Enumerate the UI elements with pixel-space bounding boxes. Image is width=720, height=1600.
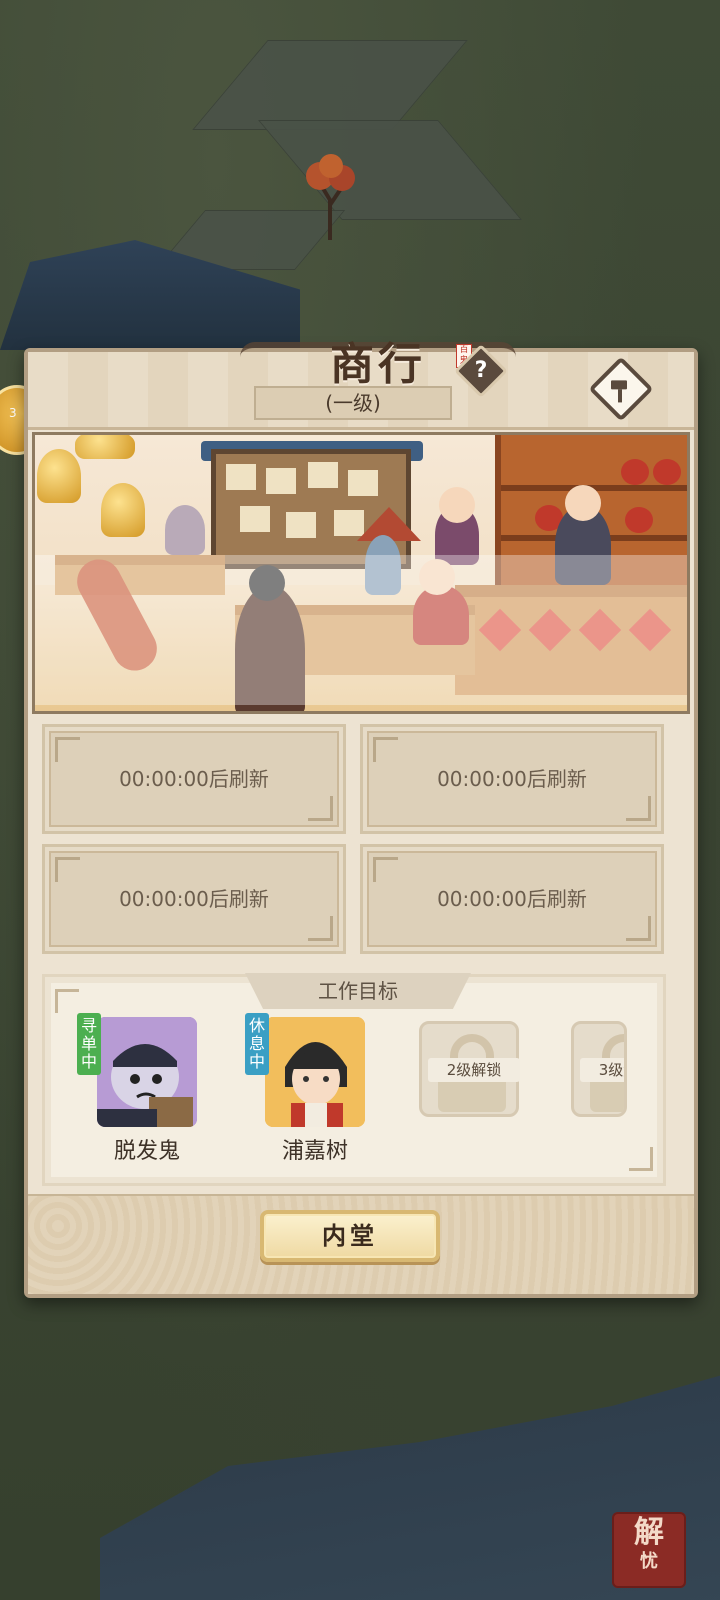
coin-badge-text: 3	[9, 406, 17, 420]
goods-slot[interactable]: 00:00:00后刷新	[42, 724, 346, 834]
shop-scene-illustration	[32, 432, 690, 714]
scene-head	[565, 485, 601, 521]
goods-slot[interactable]: 00:00:00后刷新	[360, 844, 664, 954]
level-label: (一级)	[254, 386, 452, 420]
young-man-avatar-icon	[265, 1017, 365, 1127]
slot-refresh-text: 00:00:00后刷新	[437, 887, 587, 911]
unlock-requirement-label: 2级解锁	[428, 1058, 520, 1082]
work-targets-title: 工作目标	[245, 973, 471, 1009]
stone-path	[192, 40, 468, 130]
slot-refresh-text: 00:00:00后刷新	[437, 767, 587, 791]
worker-name: 浦嘉树	[281, 1139, 348, 1164]
worker-status-badge: 寻单中	[77, 1013, 101, 1075]
panel-header: 商行 百鬼 ? (一级)	[28, 339, 694, 430]
question-icon: ?	[474, 358, 488, 383]
work-targets-section: 工作目标 寻单中 脱发鬼 休息中 浦嘉树 2级解锁 3级	[42, 973, 666, 1186]
scene-fog	[35, 555, 687, 705]
bell-icon	[101, 483, 145, 537]
worker-status-badge: 休息中	[245, 1013, 269, 1075]
seal-text-line2: 忧	[640, 1551, 658, 1572]
upgrade-button[interactable]	[588, 356, 654, 422]
stone-path	[258, 120, 522, 220]
slot-refresh-text: 00:00:00后刷新	[119, 767, 269, 791]
worker-name: 脱发鬼	[113, 1139, 180, 1164]
shop-panel: 商行 百鬼 ? (一级)	[24, 339, 698, 1298]
worker-portrait	[265, 1017, 365, 1127]
locked-worker-slot[interactable]: 3级解锁	[571, 1021, 627, 1117]
scene-head	[439, 487, 475, 523]
resolve-seal-button[interactable]: 解 忧	[612, 1512, 686, 1588]
worker-card[interactable]: 寻单中 脱发鬼	[77, 1013, 207, 1177]
bell-icon	[37, 449, 81, 503]
corner-ornament	[55, 989, 79, 1013]
panel-footer: 内堂	[28, 1194, 694, 1294]
unlock-requirement-label: 3级解锁	[580, 1058, 624, 1082]
corner-ornament	[629, 1147, 653, 1171]
seal-text-line1: 解	[634, 1515, 664, 1550]
locked-worker-slot[interactable]: 2级解锁	[419, 1021, 520, 1117]
goods-slot[interactable]: 00:00:00后刷新	[42, 844, 346, 954]
bald-ghost-avatar-icon	[97, 1017, 197, 1127]
worker-card[interactable]: 休息中 浦嘉树	[245, 1013, 375, 1177]
worker-portrait	[97, 1017, 197, 1127]
goods-slot[interactable]: 00:00:00后刷新	[360, 724, 664, 834]
inner-hall-button[interactable]: 内堂	[260, 1210, 440, 1262]
hammer-icon	[611, 380, 627, 403]
tree-icon	[306, 154, 355, 240]
scene-ghost	[165, 505, 205, 555]
bell-icon	[75, 435, 135, 459]
slot-refresh-text: 00:00:00后刷新	[119, 887, 269, 911]
